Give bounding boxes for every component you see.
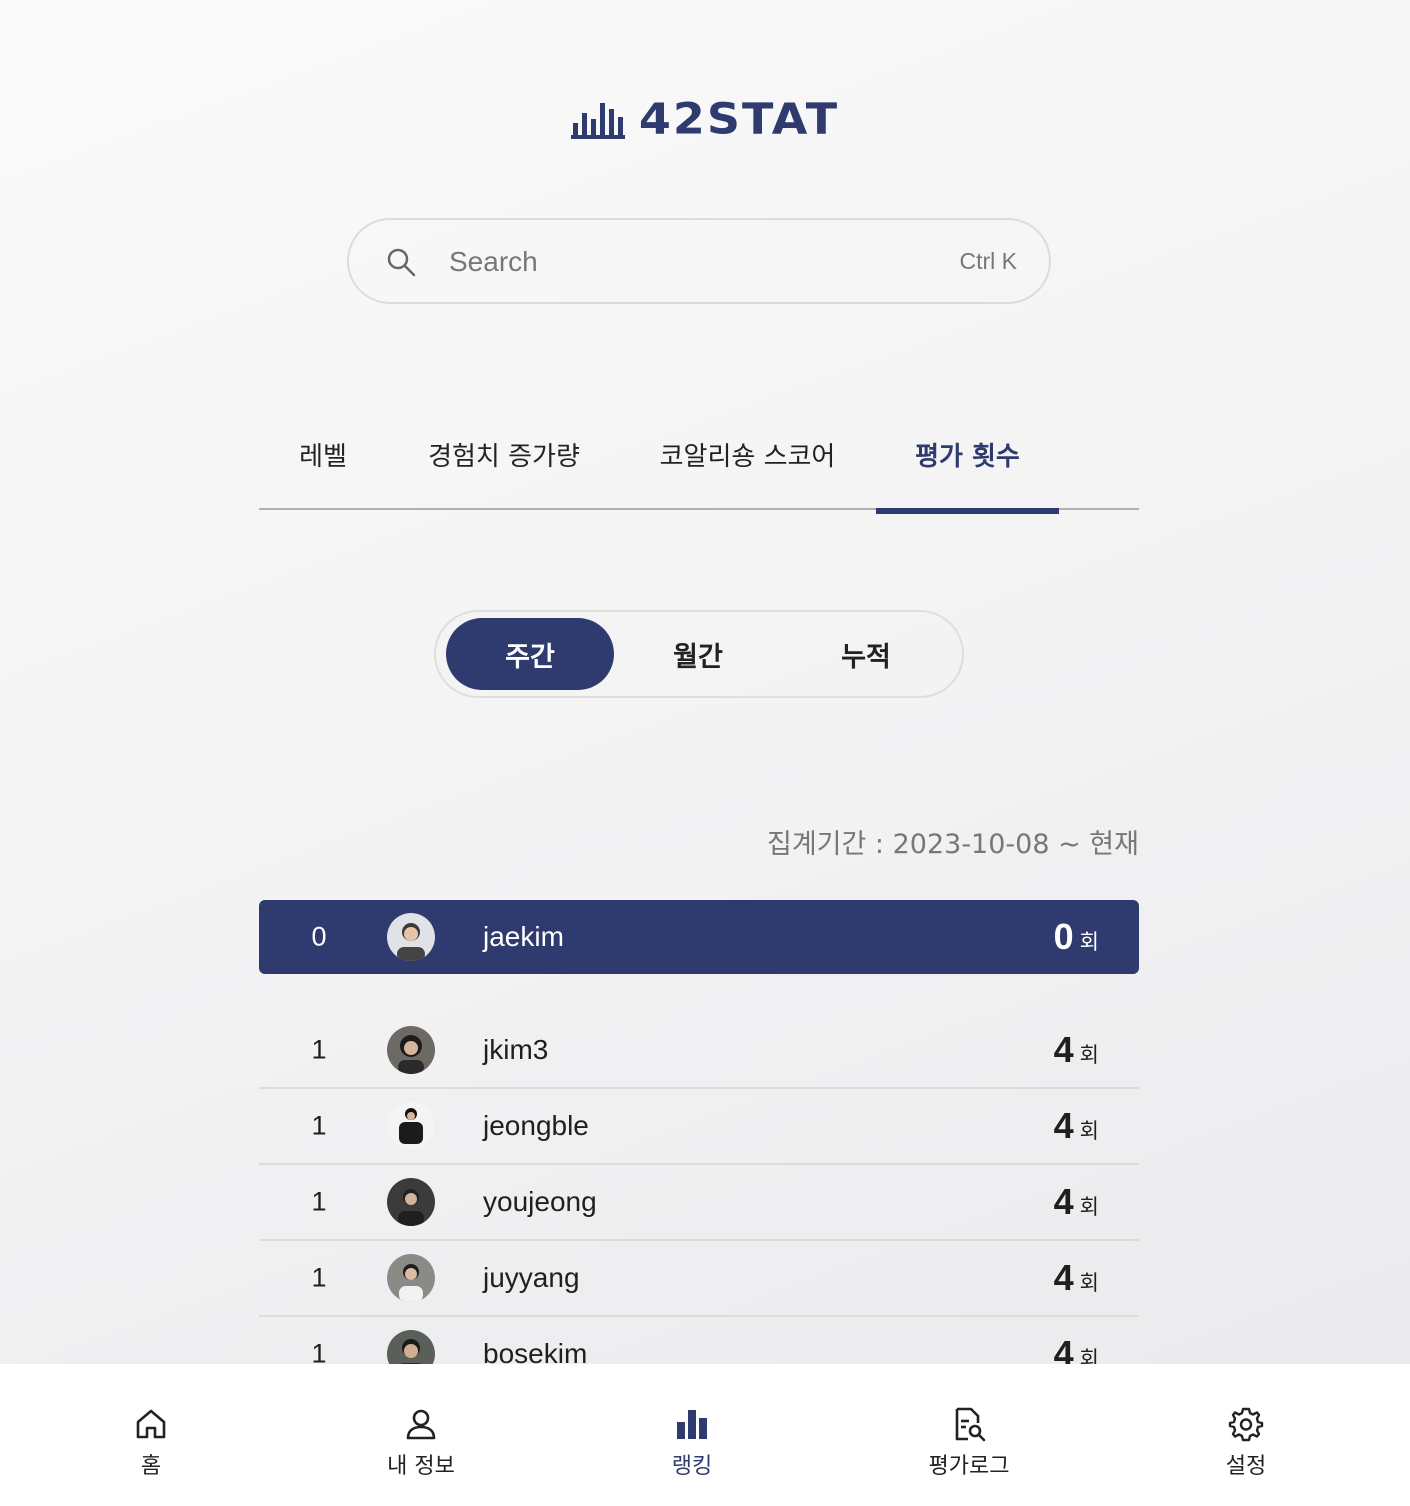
nav-my-info[interactable]: 내 정보 bbox=[341, 1406, 501, 1480]
nav-label: 설정 bbox=[1225, 1454, 1267, 1479]
score: 4 회 bbox=[1054, 1029, 1099, 1071]
rank-number: 1 bbox=[311, 1262, 327, 1293]
search-input[interactable] bbox=[449, 242, 929, 282]
avatar bbox=[387, 1254, 435, 1302]
rank-number: 1 bbox=[311, 1034, 327, 1065]
score: 4 회 bbox=[1054, 1105, 1099, 1147]
tab-coalition-score[interactable]: 코알리숑 스코어 bbox=[659, 430, 836, 510]
ranking-row[interactable]: 1 youjeong 4 회 bbox=[259, 1165, 1139, 1241]
avatar bbox=[387, 1178, 435, 1226]
nav-home[interactable]: 홈 bbox=[71, 1406, 231, 1480]
bar-chart-logo-icon bbox=[570, 99, 625, 139]
period-weekly-button[interactable]: 주간 bbox=[446, 618, 614, 690]
logo-text: 42STAT bbox=[638, 94, 840, 144]
score: 0 회 bbox=[1054, 916, 1099, 958]
tab-evaluation-count[interactable]: 평가 횟수 bbox=[876, 430, 1059, 514]
nav-label: 홈 bbox=[140, 1454, 162, 1479]
user-login: jaekim bbox=[483, 921, 564, 952]
ranking-row[interactable]: 1 jkim3 4 회 bbox=[259, 1013, 1139, 1089]
search-icon bbox=[387, 248, 416, 277]
user-login: juyyang bbox=[483, 1262, 580, 1293]
avatar bbox=[387, 1102, 435, 1150]
bar-chart-icon bbox=[677, 1410, 707, 1439]
ranking-list: 1 jkim3 4 회 1 jeongble 4 회 1 youjeong 4 … bbox=[259, 1013, 1139, 1393]
nav-label: 평가로그 bbox=[928, 1454, 1010, 1479]
score-unit: 회 bbox=[1079, 930, 1099, 954]
ranking-row[interactable]: 1 jeongble 4 회 bbox=[259, 1089, 1139, 1165]
score-unit: 회 bbox=[1079, 1195, 1099, 1219]
nav-label: 내 정보 bbox=[387, 1454, 455, 1479]
tab-exp-increase[interactable]: 경험치 증가량 bbox=[427, 430, 581, 510]
app-logo[interactable]: 42STAT bbox=[0, 92, 1410, 146]
document-search-icon bbox=[955, 1407, 986, 1442]
score-value: 4 bbox=[1053, 1105, 1074, 1146]
period-selector: 주간 월간 누적 bbox=[434, 610, 964, 698]
user-login: youjeong bbox=[483, 1186, 597, 1217]
score-value: 4 bbox=[1053, 1257, 1074, 1298]
score-unit: 회 bbox=[1079, 1271, 1099, 1295]
score: 4 회 bbox=[1054, 1257, 1099, 1299]
rank-number: 0 bbox=[311, 921, 327, 952]
rank-number: 1 bbox=[311, 1186, 327, 1217]
score-unit: 회 bbox=[1079, 1119, 1099, 1143]
nav-ranking[interactable]: 랭킹 bbox=[612, 1406, 772, 1480]
avatar bbox=[387, 1026, 435, 1074]
ranking-tabs: 레벨 경험치 증가량 코알리숑 스코어 평가 횟수 bbox=[259, 430, 1139, 514]
search-bar[interactable]: Ctrl K bbox=[347, 218, 1051, 304]
tab-level[interactable]: 레벨 bbox=[299, 430, 347, 510]
bottom-navigation: 홈 내 정보 랭킹 평가로그 설정 bbox=[0, 1364, 1410, 1506]
score-value: 0 bbox=[1053, 916, 1074, 957]
search-shortcut-hint: Ctrl K bbox=[959, 248, 1018, 274]
gear-icon bbox=[1228, 1407, 1264, 1442]
user-icon bbox=[406, 1409, 436, 1440]
nav-settings[interactable]: 설정 bbox=[1166, 1406, 1326, 1480]
aggregation-period: 집계기간 : 2023-10-08 ~ 현재 bbox=[766, 829, 1139, 860]
avatar bbox=[387, 913, 435, 961]
rank-number: 1 bbox=[311, 1110, 327, 1141]
nav-evaluation-log[interactable]: 평가로그 bbox=[889, 1406, 1049, 1480]
period-monthly-button[interactable]: 월간 bbox=[614, 618, 782, 690]
score-value: 4 bbox=[1053, 1029, 1074, 1070]
user-login: jkim3 bbox=[483, 1034, 549, 1065]
score: 4 회 bbox=[1054, 1181, 1099, 1223]
score-unit: 회 bbox=[1079, 1043, 1099, 1067]
period-cumulative-button[interactable]: 누적 bbox=[782, 618, 950, 690]
user-login: jeongble bbox=[483, 1110, 589, 1141]
home-icon bbox=[136, 1409, 166, 1439]
score-value: 4 bbox=[1053, 1181, 1074, 1222]
my-rank-row[interactable]: 0 jaekim 0 회 bbox=[259, 900, 1139, 974]
ranking-row[interactable]: 1 juyyang 4 회 bbox=[259, 1241, 1139, 1317]
nav-label: 랭킹 bbox=[671, 1454, 713, 1479]
